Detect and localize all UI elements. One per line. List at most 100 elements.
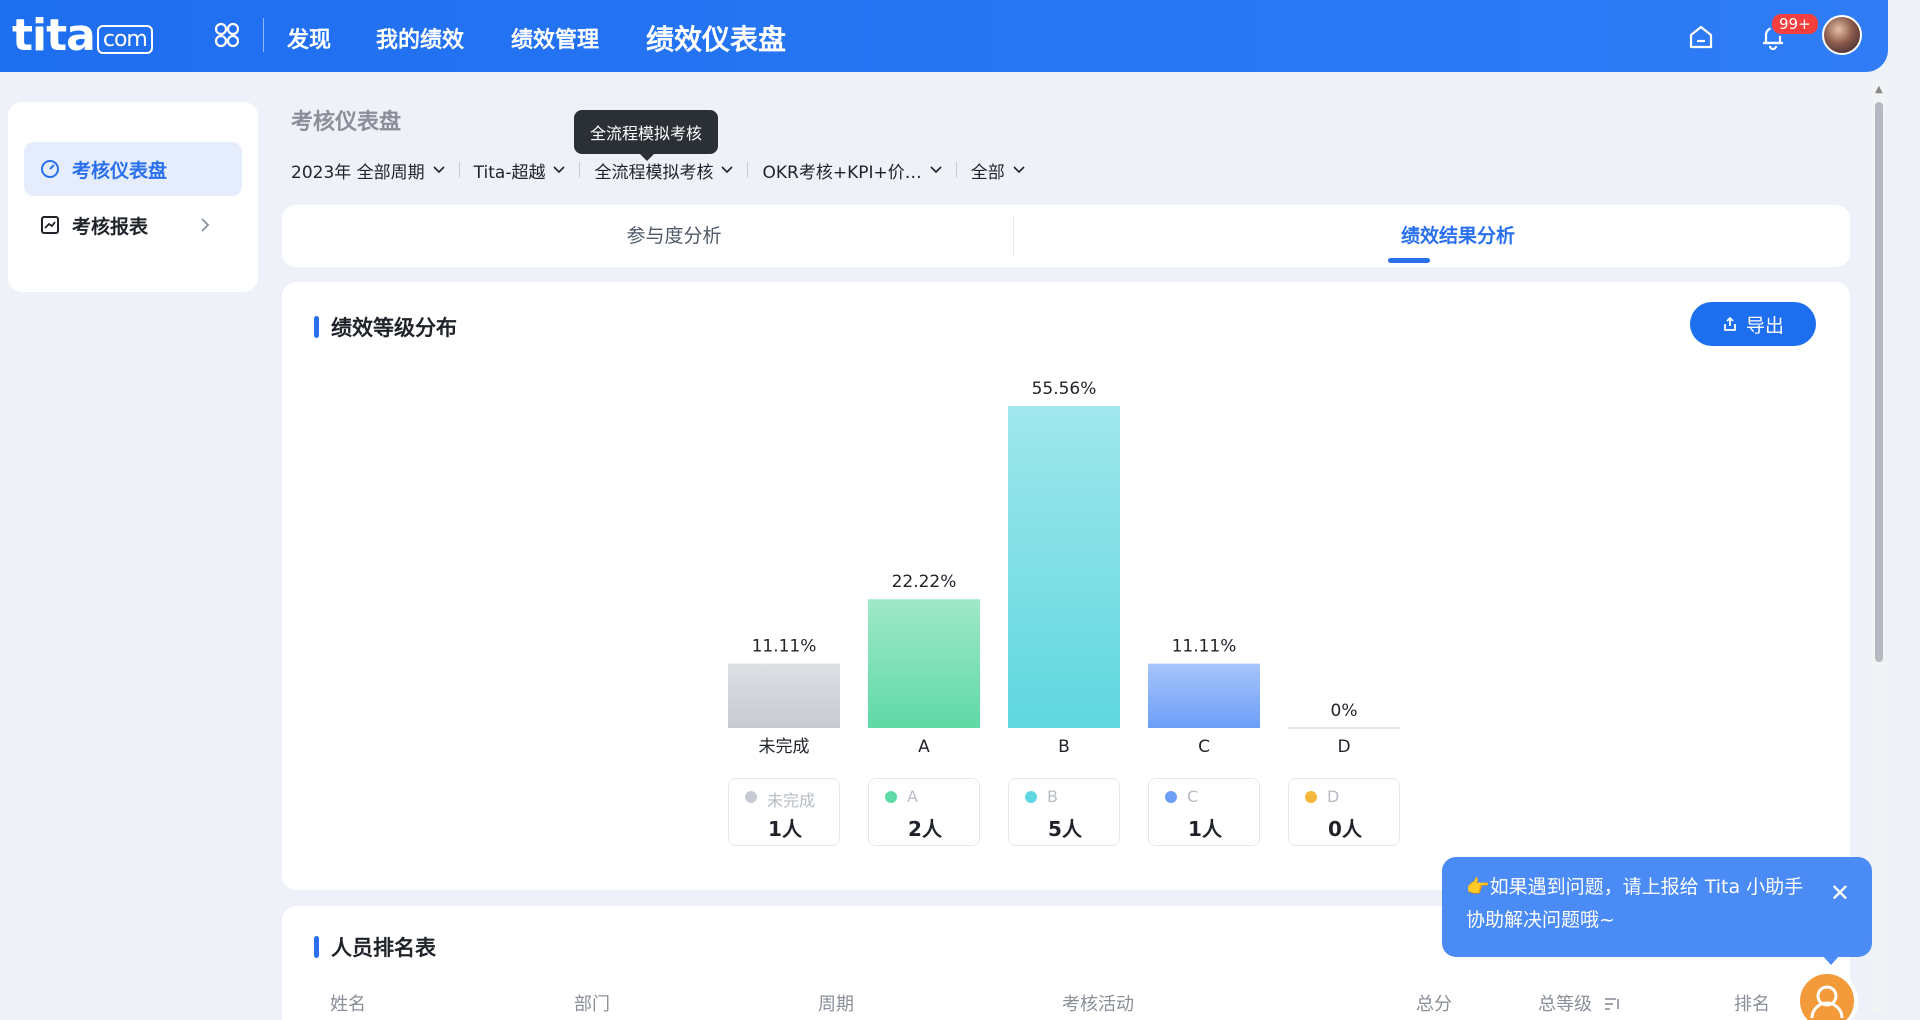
chevron-down-icon xyxy=(433,166,445,174)
column-header-period[interactable]: 周期 xyxy=(818,990,854,1016)
data-label: 55.56% xyxy=(1032,379,1097,399)
chart-report-icon xyxy=(41,216,59,234)
legend-dot xyxy=(745,791,757,803)
bar-B[interactable] xyxy=(1008,406,1120,728)
x-tick-label: B xyxy=(1058,737,1070,757)
x-tick-label: D xyxy=(1337,737,1350,757)
gauge-icon xyxy=(41,160,59,178)
legend-count: 5人 xyxy=(1048,817,1082,841)
logo-suffix: com xyxy=(96,25,153,54)
sort-icon[interactable] xyxy=(1604,997,1620,1011)
filter-department[interactable]: Tita-超越 xyxy=(474,158,566,183)
chevron-down-icon xyxy=(1013,166,1025,174)
legend-card[interactable]: B 5人 xyxy=(1008,778,1120,846)
active-tab-indicator xyxy=(1388,258,1430,263)
help-popup-tail xyxy=(1822,955,1840,965)
filter-template[interactable]: OKR考核+KPI+价… xyxy=(762,158,942,183)
legend-card[interactable]: 未完成 1人 xyxy=(728,778,840,846)
legend-dot xyxy=(1025,791,1037,803)
chevron-down-icon xyxy=(721,166,734,174)
home-icon[interactable] xyxy=(1688,24,1714,50)
filter-activity[interactable]: 全流程模拟考核 xyxy=(594,158,734,183)
page-scrollbar[interactable]: ▲ xyxy=(1872,82,1886,1012)
legend-dot xyxy=(1165,791,1177,803)
page-title: 考核仪表盘 xyxy=(291,110,402,135)
sidebar: 考核仪表盘 考核报表 xyxy=(8,102,258,292)
close-icon[interactable]: ✕ xyxy=(1830,877,1850,910)
legend-card[interactable]: D 0人 xyxy=(1288,778,1400,846)
export-label: 导出 xyxy=(1745,314,1784,337)
section-title-text: 人员排名表 xyxy=(331,936,436,960)
filter-period[interactable]: 2023年 全部周期 xyxy=(291,158,445,183)
help-message-line1: 👉如果遇到问题，请上报给 Tita 小助手 xyxy=(1466,876,1804,898)
legend-dot xyxy=(1305,791,1317,803)
scrollbar-thumb[interactable] xyxy=(1875,102,1883,662)
assistant-button[interactable] xyxy=(1796,970,1858,1020)
legend-dot xyxy=(885,791,897,803)
column-header-name[interactable]: 姓名 xyxy=(330,990,366,1016)
nav-divider xyxy=(263,18,264,52)
grade-distribution-card: 11.11% 未完成 22.22% A 55.56% B 11.11% C 0% D 绩效等级分布… xyxy=(282,282,1850,890)
section-title: 绩效等级分布 xyxy=(314,312,457,342)
column-header-activity[interactable]: 考核活动 xyxy=(1062,990,1134,1016)
sidebar-item-report[interactable]: 考核报表 xyxy=(24,198,242,252)
column-header-rank[interactable]: 排名 xyxy=(1734,990,1770,1016)
nav-performance-management[interactable]: 绩效管理 xyxy=(511,22,599,54)
section-title: 人员排名表 xyxy=(314,932,436,962)
data-label: 22.22% xyxy=(892,572,957,592)
legend-count: 1人 xyxy=(768,817,802,841)
top-navbar: tita com 发现 我的绩效 绩效管理 绩效仪表盘 99+ xyxy=(0,0,1888,72)
chevron-right-icon xyxy=(201,218,210,232)
bar-A[interactable] xyxy=(868,599,980,728)
export-button[interactable]: 导出 xyxy=(1690,302,1816,346)
filter-label: 2023年 全部周期 xyxy=(291,162,425,183)
bar-未完成[interactable] xyxy=(728,663,840,728)
help-message-line2: 协助解决问题哦~ xyxy=(1466,909,1615,931)
assistant-icon xyxy=(1810,985,1844,1019)
legend-name: 未完成 xyxy=(767,791,816,810)
legend-name: D xyxy=(1327,787,1340,806)
legend-name: C xyxy=(1187,787,1199,806)
data-label: 0% xyxy=(1331,701,1358,721)
tita-logo[interactable]: tita com xyxy=(12,10,153,61)
filter-scope[interactable]: 全部 xyxy=(971,158,1025,183)
avatar[interactable] xyxy=(1822,15,1862,55)
filter-label: 全部 xyxy=(970,162,1005,183)
sidebar-item-label: 考核仪表盘 xyxy=(72,159,168,182)
column-header-grade-label: 总等级 xyxy=(1538,994,1592,1015)
filter-label: Tita-超越 xyxy=(473,162,546,183)
legend-count: 2人 xyxy=(908,817,942,841)
x-tick-label: A xyxy=(918,737,930,757)
scroll-up-icon[interactable]: ▲ xyxy=(1875,84,1883,95)
nav-discover[interactable]: 发现 xyxy=(287,22,331,54)
nav-my-performance[interactable]: 我的绩效 xyxy=(376,22,464,54)
sidebar-item-dashboard[interactable]: 考核仪表盘 xyxy=(24,142,242,196)
nav-performance-dashboard[interactable]: 绩效仪表盘 xyxy=(646,18,786,58)
legend-card[interactable]: C 1人 xyxy=(1148,778,1260,846)
column-header-grade[interactable]: 总等级 xyxy=(1538,990,1620,1016)
filter-label: OKR考核+KPI+价… xyxy=(762,162,922,183)
data-label: 11.11% xyxy=(1172,637,1237,657)
filter-label: 全流程模拟考核 xyxy=(594,162,714,183)
filter-divider xyxy=(955,162,957,178)
section-accent-bar xyxy=(314,316,319,338)
filter-bar: 2023年 全部周期 Tita-超越 全流程模拟考核 OKR考核+KPI+价… … xyxy=(291,158,1025,183)
export-icon xyxy=(1724,316,1736,331)
tab-participation[interactable]: 参与度分析 xyxy=(282,205,1066,267)
tab-results[interactable]: 绩效结果分析 xyxy=(1066,205,1850,267)
column-header-score[interactable]: 总分 xyxy=(1416,990,1452,1016)
section-title-text: 绩效等级分布 xyxy=(331,316,457,340)
filter-divider xyxy=(579,162,581,178)
column-header-department[interactable]: 部门 xyxy=(574,990,610,1016)
logo-text: tita xyxy=(12,10,96,61)
bar-C[interactable] xyxy=(1148,663,1260,728)
analysis-tabs: 参与度分析 绩效结果分析 xyxy=(282,205,1850,267)
tab-divider xyxy=(1013,215,1014,257)
legend-count: 1人 xyxy=(1188,817,1222,841)
apps-icon[interactable] xyxy=(214,22,240,48)
sidebar-item-label: 考核报表 xyxy=(72,215,149,238)
filter-divider xyxy=(747,162,749,178)
legend-name: B xyxy=(1047,787,1058,806)
legend-card[interactable]: A 2人 xyxy=(868,778,980,846)
chevron-down-icon xyxy=(553,166,566,174)
